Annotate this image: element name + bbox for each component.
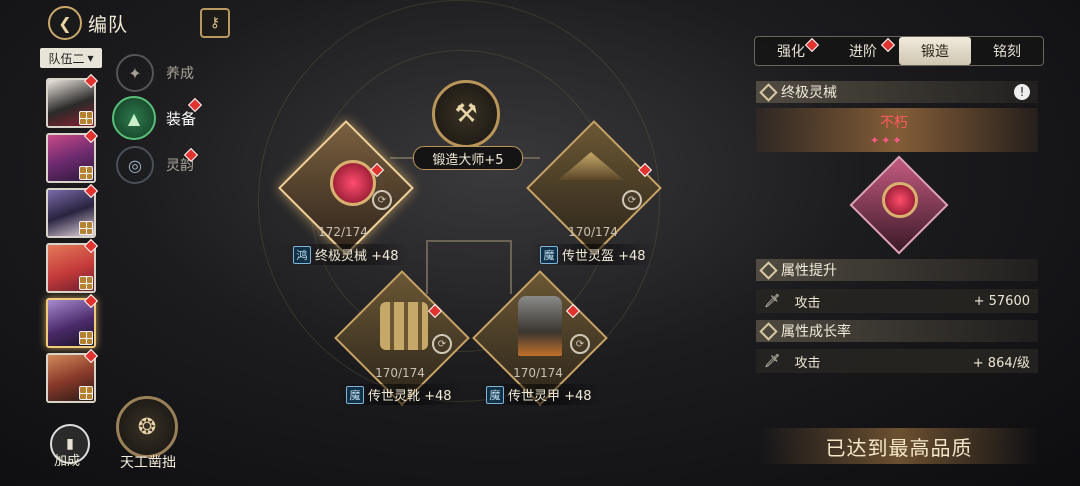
back-arrow-icon: ❮ xyxy=(58,13,72,33)
info-icon[interactable]: ! xyxy=(1014,84,1030,100)
armor-art-icon xyxy=(518,296,562,356)
connector-line xyxy=(510,240,512,294)
bonus-label: 加成 xyxy=(54,454,81,469)
swap-icon[interactable]: ⟳ xyxy=(372,190,392,210)
attr-growth-header: 属性成长率 xyxy=(756,320,1038,342)
stat-value: + 864/级 xyxy=(972,355,1030,371)
quality-label: 不朽 xyxy=(880,115,908,131)
back-button[interactable]: ❮ xyxy=(48,6,82,40)
max-quality-status: 已达到最高品质 xyxy=(760,428,1038,464)
nav-label: 装备 xyxy=(166,109,197,128)
cultivate-icon: ✦ xyxy=(116,54,154,92)
nav-cultivate[interactable]: ✦ 养成 xyxy=(116,54,194,92)
tab-label: 锻造 xyxy=(921,44,949,60)
item-name-header: 终极灵械 ! xyxy=(756,81,1038,103)
swap-icon[interactable]: ⟳ xyxy=(570,334,590,354)
equipment-progress: 170/174 xyxy=(375,366,425,380)
tab-advance[interactable]: 进阶 xyxy=(827,37,899,65)
equipment-name-armor: 魔 传世灵甲 +48 xyxy=(476,384,602,405)
boots-art-icon xyxy=(380,302,428,350)
equipment-progress: 170/174 xyxy=(513,366,563,380)
equipment-name-helmet: 魔 传世灵盔 +48 xyxy=(530,244,656,265)
equipment-progress: 170/174 xyxy=(568,225,618,239)
tab-forge[interactable]: 锻造 xyxy=(899,37,971,65)
chevron-down-icon: ▾ xyxy=(87,51,94,65)
equipment-icon: ▲ xyxy=(112,96,156,140)
swap-icon[interactable]: ⟳ xyxy=(432,334,452,354)
tab-label: 铭刻 xyxy=(993,44,1021,60)
equipment-name-text: 终极灵械 +48 xyxy=(315,249,399,264)
attr-boost-header: 属性提升 xyxy=(756,259,1038,281)
keyhole-icon[interactable]: ⚷ xyxy=(200,8,230,38)
nav-label: 养成 xyxy=(166,66,194,82)
equipment-name-weapon: 鸿 终极灵械 +48 xyxy=(283,244,409,265)
grade-badge: 魔 xyxy=(346,385,364,404)
tab-bar: 强化 进阶 锻造 铭刻 xyxy=(754,36,1044,66)
page-title: 编队 xyxy=(88,14,129,36)
forge-master-icon[interactable]: ⚒ xyxy=(432,80,500,148)
craft-button[interactable]: ❂ xyxy=(116,396,178,458)
equipment-name-boots: 魔 传世灵靴 +48 xyxy=(336,384,462,405)
equipment-name-text: 传世灵靴 +48 xyxy=(368,389,452,404)
stat-name: 攻击 xyxy=(794,355,821,371)
weapon-gem-icon xyxy=(330,160,376,206)
diamond-icon xyxy=(759,82,778,102)
item-preview-gem-icon xyxy=(882,182,918,218)
section-title: 属性成长率 xyxy=(781,324,851,340)
connector-line xyxy=(426,240,512,242)
craft-label: 天工凿拙 xyxy=(120,455,176,471)
grade-badge: 魔 xyxy=(540,245,558,264)
alert-dot xyxy=(880,37,896,53)
equipment-name-text: 传世灵甲 +48 xyxy=(508,389,592,404)
sword-icon: 🗡 xyxy=(764,293,781,309)
nav-spirit[interactable]: ◎ 灵韵 xyxy=(116,146,194,184)
spirit-icon: ◎ xyxy=(116,146,154,184)
diamond-icon xyxy=(759,321,778,341)
sword-icon: 🗡 xyxy=(764,353,781,369)
tab-enhance[interactable]: 强化 xyxy=(755,37,827,65)
grade-badge: 魔 xyxy=(486,385,504,404)
section-title: 属性提升 xyxy=(781,263,837,279)
tab-label: 进阶 xyxy=(849,44,877,60)
team-selector[interactable]: 队伍二 ▾ xyxy=(40,48,102,68)
swap-icon[interactable]: ⟳ xyxy=(622,190,642,210)
stat-value: + 57600 xyxy=(973,293,1030,309)
quality-stars-icon: ✦✦✦ xyxy=(870,134,904,147)
tab-inscribe[interactable]: 铭刻 xyxy=(971,37,1043,65)
grade-badge: 鸿 xyxy=(293,245,311,264)
attr-boost-row: 🗡 攻击 + 57600 xyxy=(756,289,1038,313)
craft-icon: ❂ xyxy=(137,414,157,440)
diamond-icon xyxy=(759,260,778,280)
forge-master-label[interactable]: 锻造大师+5 xyxy=(413,146,523,170)
nav-equipment[interactable]: ▲ 装备 xyxy=(112,96,196,140)
team-selector-value: 队伍二 xyxy=(48,51,85,66)
alert-dot xyxy=(804,37,820,53)
stat-name: 攻击 xyxy=(794,295,821,311)
equipment-name-text: 传世灵盔 +48 xyxy=(562,249,646,264)
connector-line xyxy=(426,240,428,294)
attr-growth-row: 🗡 攻击 + 864/级 xyxy=(756,349,1038,373)
equipment-progress: 172/174 xyxy=(318,225,368,239)
tab-label: 强化 xyxy=(777,44,805,60)
item-name: 终极灵械 xyxy=(781,85,837,101)
